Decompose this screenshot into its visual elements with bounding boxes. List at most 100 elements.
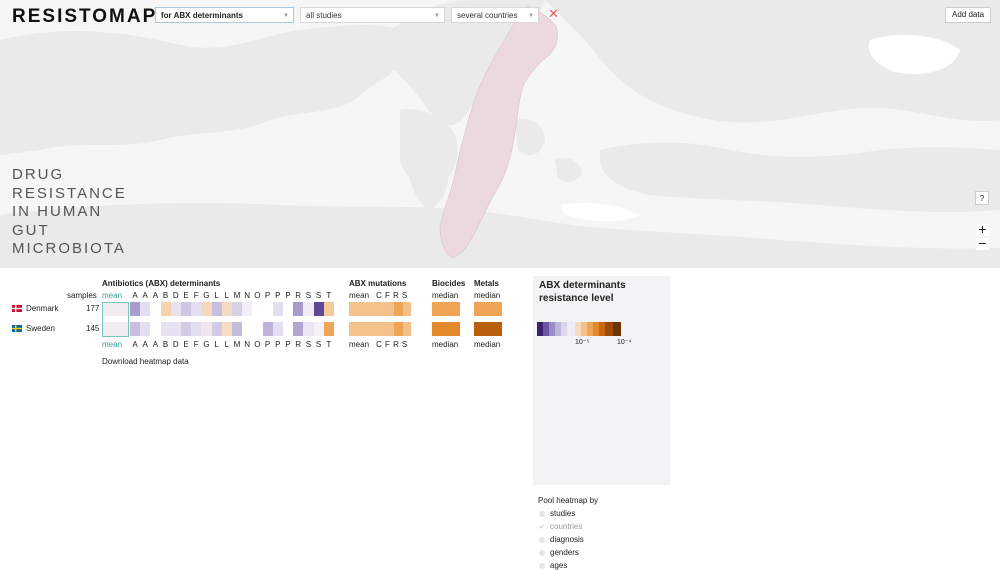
add-data-button[interactable]: Add data (945, 7, 991, 23)
abx-column-label[interactable]: S (314, 291, 324, 300)
heatmap-cell[interactable] (242, 302, 253, 316)
heatmap-cell[interactable] (150, 322, 161, 336)
heatmap-cell[interactable] (232, 302, 243, 316)
pool-option-diagnosis[interactable]: diagnosis (539, 535, 584, 544)
abx-column-label[interactable]: A (150, 291, 160, 300)
heatmap-cell[interactable] (140, 322, 151, 336)
abx-column-label[interactable]: S (303, 340, 313, 349)
heatmap-cell[interactable] (349, 302, 377, 316)
abx-column-label[interactable]: O (252, 291, 262, 300)
abx-column-label[interactable]: A (150, 340, 160, 349)
heatmap-cell[interactable] (232, 322, 243, 336)
abx-column-label[interactable]: P (263, 340, 273, 349)
heatmap-cell[interactable] (140, 302, 151, 316)
mutation-column-label[interactable]: C (375, 340, 383, 349)
abx-column-label[interactable]: P (273, 291, 283, 300)
heatmap-cell[interactable] (323, 302, 334, 316)
abx-column-label[interactable]: T (324, 291, 334, 300)
heatmap-cell[interactable] (323, 322, 334, 336)
mean-column-label[interactable]: mean (102, 291, 122, 300)
abx-column-label[interactable]: A (130, 340, 140, 349)
download-heatmap-link[interactable]: Download heatmap data (102, 357, 189, 366)
pool-option-studies[interactable]: studies (539, 509, 575, 518)
heatmap-cell[interactable] (377, 322, 386, 336)
heatmap-cell[interactable] (130, 322, 141, 336)
abx-column-label[interactable]: B (161, 291, 171, 300)
heatmap-cell[interactable] (252, 322, 263, 336)
abx-column-label[interactable]: A (140, 291, 150, 300)
heatmap-cell[interactable] (432, 302, 460, 316)
heatmap-cell[interactable] (262, 302, 273, 316)
abx-column-label[interactable]: F (191, 340, 201, 349)
abx-column-label[interactable]: G (201, 340, 211, 349)
heatmap-cell[interactable] (201, 302, 212, 316)
heatmap-cell[interactable] (262, 322, 273, 336)
heatmap-cell[interactable] (377, 302, 386, 316)
abx-column-label[interactable]: G (201, 291, 211, 300)
heatmap-cell[interactable] (272, 302, 283, 316)
abx-column-label[interactable]: M (232, 291, 242, 300)
heatmap-cell[interactable] (283, 322, 294, 336)
heatmap-cell[interactable] (211, 302, 222, 316)
heatmap-cell[interactable] (402, 302, 411, 316)
heatmap-cell[interactable] (170, 322, 181, 336)
heatmap-cell[interactable] (432, 322, 460, 336)
abx-column-label[interactable]: O (252, 340, 262, 349)
biocides-median-label[interactable]: median (432, 291, 458, 300)
help-button[interactable]: ? (975, 191, 989, 205)
abx-column-label[interactable]: L (222, 291, 232, 300)
heatmap-cell[interactable] (474, 322, 502, 336)
abx-column-label[interactable]: R (293, 291, 303, 300)
mean-column-label-bottom[interactable]: mean (102, 340, 122, 349)
close-icon[interactable]: ✕ (548, 6, 559, 22)
abx-column-label[interactable]: D (171, 340, 181, 349)
heatmap-cell[interactable] (394, 302, 403, 316)
metals-median-label[interactable]: median (474, 291, 500, 300)
abx-column-label[interactable]: P (263, 291, 273, 300)
abx-column-label[interactable]: D (171, 291, 181, 300)
mutations-mean-label-bottom[interactable]: mean (349, 340, 369, 349)
abx-column-label[interactable]: A (130, 291, 140, 300)
heatmap-cell[interactable] (242, 322, 253, 336)
heatmap-cell[interactable] (313, 322, 324, 336)
abx-column-label[interactable]: S (303, 291, 313, 300)
heatmap-cell[interactable] (160, 322, 171, 336)
heatmap-cell[interactable] (303, 322, 314, 336)
heatmap-cell[interactable] (221, 302, 232, 316)
heatmap-cell[interactable] (313, 302, 324, 316)
group-filter-select[interactable]: for ABX determinants ▼ (155, 7, 294, 23)
abx-column-label[interactable]: L (222, 340, 232, 349)
abx-column-label[interactable]: E (181, 291, 191, 300)
abx-column-label[interactable]: P (273, 340, 283, 349)
heatmap-cell[interactable] (181, 302, 192, 316)
heatmap-cell[interactable] (402, 322, 411, 336)
pool-option-countries[interactable]: ✓ countries (539, 522, 582, 531)
heatmap-cell[interactable] (160, 302, 171, 316)
heatmap-cell[interactable] (191, 322, 202, 336)
pool-option-genders[interactable]: genders (539, 548, 579, 557)
abx-column-label[interactable]: M (232, 340, 242, 349)
mutation-column-label[interactable]: F (384, 340, 392, 349)
heatmap-cell[interactable] (349, 322, 377, 336)
abx-column-label[interactable]: P (283, 340, 293, 349)
abx-column-label[interactable]: L (212, 291, 222, 300)
heatmap-cell[interactable] (170, 302, 181, 316)
heatmap-cell[interactable] (211, 322, 222, 336)
heatmap-cell[interactable] (130, 302, 141, 316)
heatmap-cell[interactable] (221, 322, 232, 336)
abx-column-label[interactable]: P (283, 291, 293, 300)
app-logo[interactable]: RESISTOMAP (12, 6, 157, 28)
heatmap-cell[interactable] (293, 322, 304, 336)
heatmap-cell[interactable] (385, 322, 394, 336)
heatmap-cell[interactable] (181, 322, 192, 336)
heatmap-cell[interactable] (394, 322, 403, 336)
heatmap-cell[interactable] (272, 322, 283, 336)
heatmap-cell[interactable] (201, 322, 212, 336)
mutation-column-label[interactable]: R (392, 291, 400, 300)
pool-option-ages[interactable]: ages (539, 561, 567, 570)
mutation-column-label[interactable]: S (401, 291, 409, 300)
heatmap-cell[interactable] (283, 302, 294, 316)
mutation-column-label[interactable]: R (392, 340, 400, 349)
abx-column-label[interactable]: R (293, 340, 303, 349)
countries-filter-select[interactable]: several countries ▼ (451, 7, 539, 23)
